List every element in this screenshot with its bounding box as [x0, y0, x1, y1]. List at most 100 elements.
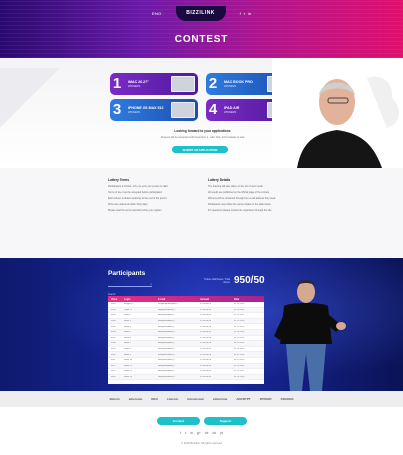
twitter-icon[interactable]: t — [185, 431, 186, 435]
footer-support-button[interactable]: Support — [204, 417, 247, 425]
table-cell: 0003 — [111, 314, 116, 317]
facebook-icon[interactable]: f — [240, 11, 241, 16]
page-title: CONTEST — [174, 34, 229, 45]
prize-number: 4 — [208, 101, 218, 118]
participants-table: Place Login E-mail Amount Date 0001 snapp… — [108, 296, 264, 384]
twitter-icon[interactable]: t — [244, 11, 245, 16]
table-cell: xxxxparticipant@... — [158, 348, 176, 351]
footer-contest-button[interactable]: Contest — [157, 417, 200, 425]
sponsor-logo[interactable]: Bitcoin — [110, 397, 120, 401]
sponsor-logo[interactable]: Litecoin — [167, 397, 179, 401]
column-header: E-mail — [158, 297, 166, 301]
table-cell: xxxxx 7 — [124, 342, 131, 345]
prize-name: IPAD AIR — [224, 106, 240, 110]
person-photo — [272, 58, 403, 168]
youtube-icon[interactable]: yt — [220, 431, 223, 435]
participant-search-input[interactable]: Search ⌕ — [108, 282, 152, 296]
details-heading: Lottery Details — [208, 178, 231, 182]
prize-note: WINNERS — [224, 85, 237, 88]
linkedin-icon[interactable]: in — [248, 11, 251, 16]
table-cell: 0.12345678 — [200, 320, 211, 323]
table-cell: 01.11.2018 — [234, 342, 245, 345]
page-footer: Contest Support f t in g+ vk ok yt © 201… — [0, 407, 403, 455]
prize-name: IPHONE XS MAX 512 — [128, 106, 164, 110]
table-cell: 01.11.2018 — [234, 359, 245, 362]
prize-description: Looking forward to your applications Req… — [140, 129, 265, 139]
lottery-details: Lottery Details The drawing will take pl… — [208, 178, 328, 212]
presenter-photo — [274, 280, 346, 391]
table-cell: 0001 — [111, 303, 116, 306]
table-cell: xxxxx 2 — [124, 314, 131, 317]
table-cell: 0014 — [111, 376, 116, 379]
logo[interactable]: BIZZILINK — [175, 5, 226, 21]
column-header: Place — [111, 297, 118, 301]
sponsor-logo[interactable]: bitcoincash — [187, 397, 204, 401]
table-cell: xxxxparticipant@... — [158, 331, 176, 334]
table-cell: 0.12345678 — [200, 364, 211, 367]
table-cell: xxxxx 13 — [124, 376, 133, 379]
prize-note: WINNERS — [128, 85, 141, 88]
table-cell: 0.12345678 — [200, 308, 211, 311]
ok-icon[interactable]: ok — [212, 431, 216, 435]
prize-copy-title: Looking forward to your applications — [174, 129, 231, 133]
table-cell: 0.12345678 — [200, 314, 211, 317]
table-cell: snapper 1 — [124, 303, 134, 306]
sponsors-strip: Bitcoin ethereum NEO Litecoin bitcoincas… — [0, 391, 403, 407]
table-cell: 0010 — [111, 353, 116, 356]
prize-card-1: 1 iMAC 26.27" WINNERS — [110, 73, 198, 95]
details-line: The drawing will take place on the 1st o… — [208, 185, 264, 188]
column-header: Date — [234, 297, 240, 301]
prizes-section: 1 iMAC 26.27" WINNERS 2 MAC BOOK PRO WINNE… — [0, 58, 403, 168]
sponsor-logo[interactable]: NEO — [151, 397, 158, 401]
copyright: © 2018 Bizzilink. All rights reserved — [181, 442, 222, 445]
table-cell: 0004 — [111, 320, 116, 323]
linkedin-icon[interactable]: in — [190, 431, 193, 435]
details-line: For questions please contact the organiz… — [208, 209, 272, 212]
table-body: 0001 snapper 1 snapperparticipant@... 0.123… — [108, 302, 264, 381]
logo-text: BIZZILINK — [186, 10, 215, 16]
sponsor-logo[interactable]: KRAKEN — [281, 397, 294, 401]
facebook-icon[interactable]: f — [180, 431, 181, 435]
table-cell: 01.11.2018 — [234, 320, 245, 323]
table-cell: 0.12345678 — [200, 348, 211, 351]
table-cell: 01.11.2018 — [234, 314, 245, 317]
table-cell: xxxxparticipant@... — [158, 325, 176, 328]
table-cell: 0009 — [111, 348, 116, 351]
prize-number: 2 — [208, 75, 218, 92]
table-cell: xxxxx 11 — [124, 364, 132, 367]
submit-application-button[interactable]: SUBMIT AN APPLICATION — [172, 146, 228, 153]
table-cell: 0.12345678 — [200, 342, 211, 345]
table-cell: 0.12345678 — [200, 359, 211, 362]
table-cell: xxxxx 10 — [124, 359, 133, 362]
table-cell: xxxxparticipant@... — [158, 376, 176, 379]
table-cell: xxxxparticipant@... — [158, 314, 176, 317]
column-header: Login — [124, 297, 131, 301]
table-cell: xxxxx 12 — [124, 370, 133, 373]
table-cell: 01.11.2018 — [234, 353, 245, 356]
googleplus-icon[interactable]: g+ — [197, 431, 201, 435]
table-cell: 01.11.2018 — [234, 336, 245, 339]
decorative-shape — [0, 68, 60, 128]
table-cell: xxxxparticipant@... — [158, 342, 176, 345]
vk-icon[interactable]: vk — [205, 431, 209, 435]
table-cell: 0.12345678 — [200, 331, 211, 334]
prize-number: 1 — [112, 75, 122, 92]
sponsor-logo[interactable]: ADCRYPT — [236, 397, 250, 401]
table-cell: 01.11.2018 — [234, 364, 245, 367]
language-selector[interactable]: ENG — [152, 11, 162, 16]
sponsor-logo[interactable]: PAYEER — [260, 397, 272, 401]
table-row: 0014 xxxxx 13 xxxxparticipant@... 0.1234567… — [108, 374, 264, 381]
header-social-links: f t in — [240, 11, 251, 16]
details-line: Winners will be contacted through the e-… — [208, 197, 276, 200]
prize-number: 3 — [112, 101, 122, 118]
sponsor-logo[interactable]: ethereum — [129, 397, 143, 401]
table-cell: 01.11.2018 — [234, 325, 245, 328]
table-cell: xxxxparticipant@... — [158, 370, 176, 373]
details-line: Participants may follow the current stat… — [208, 203, 271, 206]
search-icon[interactable]: ⌕ — [150, 282, 152, 286]
table-cell: xxxxparticipant@... — [158, 336, 176, 339]
iphone-image — [171, 102, 195, 118]
table-cell: 0005 — [111, 325, 116, 328]
table-cell: 0006 — [111, 331, 116, 334]
sponsor-logo[interactable]: ethermine — [213, 397, 227, 401]
